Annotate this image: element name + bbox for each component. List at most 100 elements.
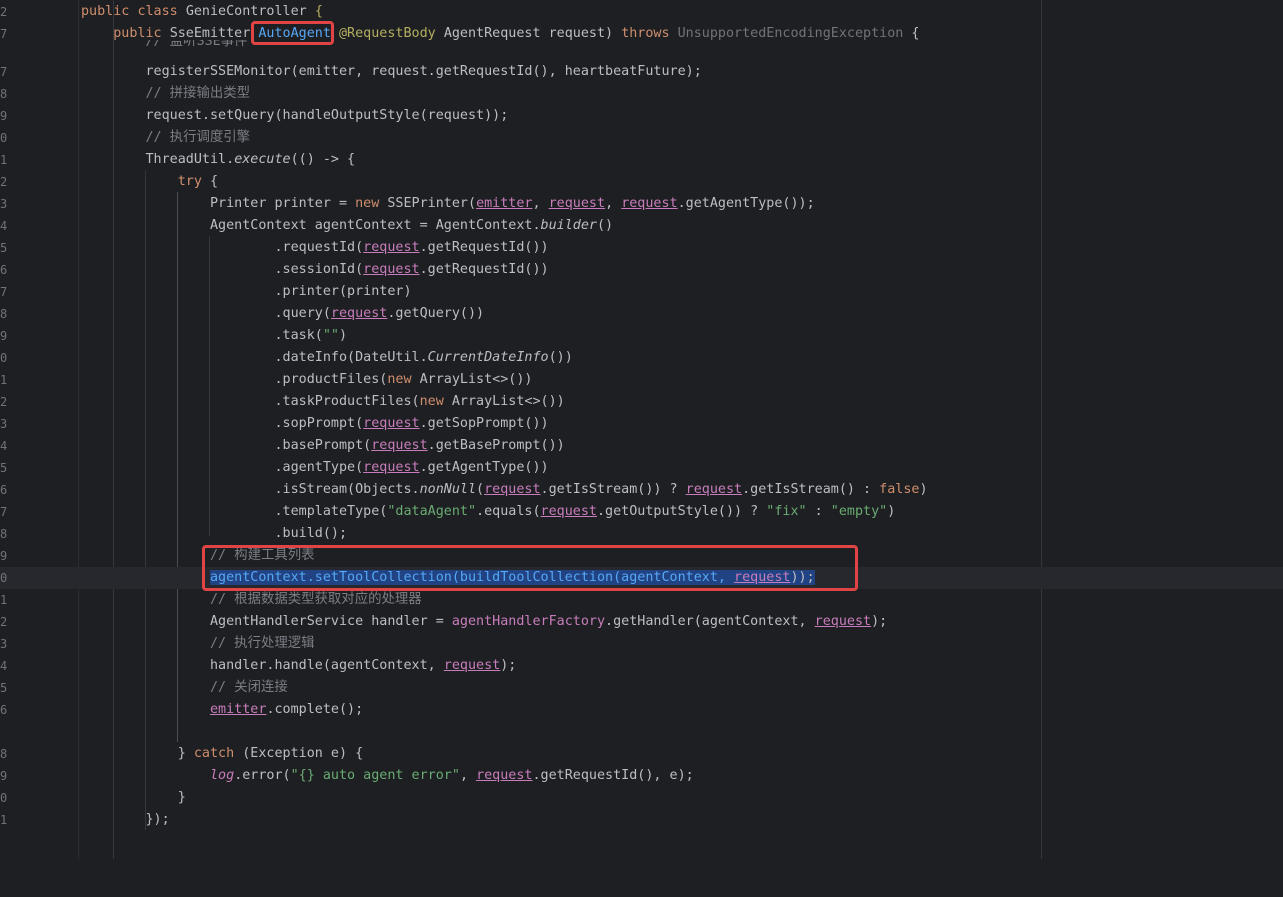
code-text: try { bbox=[177, 174, 219, 189]
line-number: 0 bbox=[0, 571, 8, 585]
line-number: 2 bbox=[0, 395, 8, 409]
code-text: .query(request.getQuery()) bbox=[274, 306, 485, 321]
code-text: .agentType(request.getAgentType()) bbox=[274, 460, 549, 475]
line-number: 2 bbox=[0, 175, 8, 189]
code-line[interactable]: // 监听SSE事件 bbox=[0, 40, 1283, 56]
code-text: // 监听SSE事件 bbox=[145, 40, 248, 49]
code-line[interactable]: 8 } catch (Exception e) { bbox=[0, 743, 1283, 765]
code-text: AgentHandlerService handler = agentHandl… bbox=[210, 614, 888, 629]
line-number: 4 bbox=[0, 439, 8, 453]
code-line[interactable]: 4 .basePrompt(request.getBasePrompt()) bbox=[0, 435, 1283, 457]
code-line[interactable]: 7 .printer(printer) bbox=[0, 281, 1283, 303]
line-number: 0 bbox=[0, 351, 8, 365]
code-text: .dateInfo(DateUtil.CurrentDateInfo()) bbox=[274, 350, 573, 365]
code-text: .sopPrompt(request.getSopPrompt()) bbox=[274, 416, 549, 431]
line-number: 0 bbox=[0, 131, 8, 145]
line-number: 7 bbox=[0, 285, 8, 299]
code-line[interactable]: 7 registerSSEMonitor(emitter, request.ge… bbox=[0, 61, 1283, 83]
line-number: 5 bbox=[0, 461, 8, 475]
code-text: .productFiles(new ArrayList<>()) bbox=[274, 372, 533, 387]
line-number: 5 bbox=[0, 241, 8, 255]
code-line[interactable]: 1 ThreadUtil.execute(() -> { bbox=[0, 149, 1283, 171]
code-text: .sessionId(request.getRequestId()) bbox=[274, 262, 549, 277]
highlight-box-autoagent bbox=[251, 21, 334, 45]
code-text: // 根据数据类型获取对应的处理器 bbox=[210, 592, 422, 607]
line-number: 2 bbox=[0, 5, 8, 19]
line-number: 7 bbox=[0, 65, 8, 79]
code-line[interactable]: 2 AgentHandlerService handler = agentHan… bbox=[0, 611, 1283, 633]
code-line[interactable]: 8 // 拼接输出类型 bbox=[0, 83, 1283, 105]
code-line[interactable]: 5 .agentType(request.getAgentType()) bbox=[0, 457, 1283, 479]
line-number: 1 bbox=[0, 813, 8, 827]
line-number: 1 bbox=[0, 593, 8, 607]
code-text: .templateType("dataAgent".equals(request… bbox=[274, 504, 896, 519]
code-line[interactable]: 2 public class GenieController { bbox=[0, 1, 1283, 23]
line-number: 6 bbox=[0, 263, 8, 277]
code-text: .basePrompt(request.getBasePrompt()) bbox=[274, 438, 565, 453]
code-line[interactable]: 1 .productFiles(new ArrayList<>()) bbox=[0, 369, 1283, 391]
code-text: handler.handle(agentContext, request); bbox=[210, 658, 517, 673]
code-line[interactable] bbox=[0, 721, 1283, 743]
code-text: .requestId(request.getRequestId()) bbox=[274, 240, 549, 255]
code-text: } bbox=[177, 790, 186, 805]
line-number: 8 bbox=[0, 527, 8, 541]
code-text: // 关闭连接 bbox=[210, 680, 288, 695]
line-number: 7 bbox=[0, 505, 8, 519]
line-number: 4 bbox=[0, 659, 8, 673]
code-text: .build(); bbox=[274, 526, 348, 541]
line-number: 9 bbox=[0, 329, 8, 343]
line-number: 6 bbox=[0, 703, 8, 717]
line-number: 1 bbox=[0, 153, 8, 167]
line-number: 1 bbox=[0, 373, 8, 387]
line-number: 9 bbox=[0, 769, 8, 783]
code-line[interactable]: 6 .isStream(Objects.nonNull(request.getI… bbox=[0, 479, 1283, 501]
code-text: }); bbox=[145, 812, 170, 827]
line-number: 8 bbox=[0, 747, 8, 761]
code-text: ThreadUtil.execute(() -> { bbox=[145, 152, 356, 167]
code-line[interactable] bbox=[0, 831, 1283, 853]
code-text: .taskProductFiles(new ArrayList<>()) bbox=[274, 394, 565, 409]
line-number: 4 bbox=[0, 219, 8, 233]
line-number: 9 bbox=[0, 549, 8, 563]
code-line[interactable]: 4 handler.handle(agentContext, request); bbox=[0, 655, 1283, 677]
code-line[interactable]: 3 // 执行处理逻辑 bbox=[0, 633, 1283, 655]
highlight-box-tool-collection bbox=[202, 545, 858, 591]
code-text: .isStream(Objects.nonNull(request.getIsS… bbox=[274, 482, 928, 497]
code-line[interactable]: 3 Printer printer = new SSEPrinter(emitt… bbox=[0, 193, 1283, 215]
code-line[interactable]: 8 .query(request.getQuery()) bbox=[0, 303, 1283, 325]
code-line[interactable]: 9 log.error("{} auto agent error", reque… bbox=[0, 765, 1283, 787]
code-line[interactable]: 0 } bbox=[0, 787, 1283, 809]
code-line[interactable]: 2 try { bbox=[0, 171, 1283, 193]
code-line[interactable]: 4 AgentContext agentContext = AgentConte… bbox=[0, 215, 1283, 237]
code-line[interactable]: 6 emitter.complete(); bbox=[0, 699, 1283, 721]
code-line[interactable]: 5 // 关闭连接 bbox=[0, 677, 1283, 699]
code-line[interactable]: 8 .build(); bbox=[0, 523, 1283, 545]
code-line[interactable]: 6 .sessionId(request.getRequestId()) bbox=[0, 259, 1283, 281]
code-line[interactable]: 7 .templateType("dataAgent".equals(reque… bbox=[0, 501, 1283, 523]
code-line[interactable]: 0 // 执行调度引擎 bbox=[0, 127, 1283, 149]
code-line[interactable]: 1 }); bbox=[0, 809, 1283, 831]
line-number: 0 bbox=[0, 791, 8, 805]
code-line[interactable]: 9 request.setQuery(handleOutputStyle(req… bbox=[0, 105, 1283, 127]
code-text: } catch (Exception e) { bbox=[177, 746, 364, 761]
line-number: 9 bbox=[0, 109, 8, 123]
code-line[interactable]: 0 .dateInfo(DateUtil.CurrentDateInfo()) bbox=[0, 347, 1283, 369]
line-number: 3 bbox=[0, 637, 8, 651]
line-number: 3 bbox=[0, 197, 8, 211]
code-line[interactable]: 5 .requestId(request.getRequestId()) bbox=[0, 237, 1283, 259]
line-number: 8 bbox=[0, 307, 8, 321]
code-line[interactable]: 1 // 根据数据类型获取对应的处理器 bbox=[0, 589, 1283, 611]
code-text: .task("") bbox=[274, 328, 348, 343]
code-text: log.error("{} auto agent error", request… bbox=[210, 768, 694, 783]
line-number: 3 bbox=[0, 417, 8, 431]
code-line[interactable]: 2 .taskProductFiles(new ArrayList<>()) bbox=[0, 391, 1283, 413]
code-text: registerSSEMonitor(emitter, request.getR… bbox=[145, 64, 702, 79]
code-line[interactable]: 9 .task("") bbox=[0, 325, 1283, 347]
code-text: // 拼接输出类型 bbox=[145, 86, 251, 101]
code-text: request.setQuery(handleOutputStyle(reque… bbox=[145, 108, 509, 123]
code-text: // 执行调度引擎 bbox=[145, 130, 251, 145]
code-line[interactable]: 3 .sopPrompt(request.getSopPrompt()) bbox=[0, 413, 1283, 435]
code-text: emitter.complete(); bbox=[210, 702, 364, 717]
code-editor[interactable]: 2 public class GenieController { 7 publi… bbox=[0, 0, 1283, 859]
code-text: AgentContext agentContext = AgentContext… bbox=[210, 218, 614, 233]
